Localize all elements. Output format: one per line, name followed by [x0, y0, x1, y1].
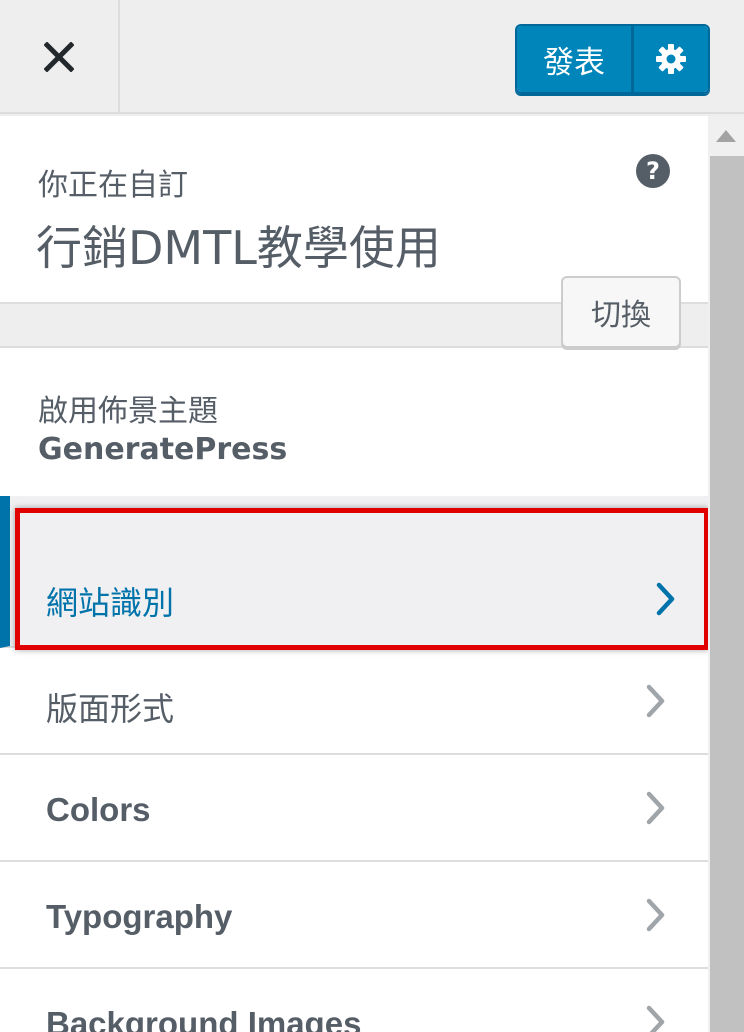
active-theme-label: 啟用佈景主題 [38, 394, 218, 429]
section-typography[interactable]: Typography [0, 862, 708, 969]
gear-icon [656, 44, 686, 74]
close-icon [44, 42, 74, 72]
section-layout[interactable]: 版面形式 [0, 648, 708, 755]
scrollbar[interactable] [708, 116, 744, 1032]
section-label: Typography [46, 898, 233, 935]
chevron-right-icon [656, 582, 675, 616]
publish-settings-button[interactable] [634, 26, 708, 92]
active-theme-name: GeneratePress [38, 432, 288, 467]
customizer-header: 發表 [0, 0, 744, 114]
customizer-panel: 你正在自訂 行銷DMTL教學使用 ? 啟用佈景主題 GeneratePress … [0, 116, 708, 1032]
publish-button-group: 發表 [515, 24, 710, 94]
change-theme-button[interactable]: 切換 [561, 276, 681, 348]
chevron-right-icon [646, 898, 665, 932]
chevron-right-icon [646, 1005, 665, 1032]
close-button[interactable] [0, 0, 120, 114]
scrollbar-thumb[interactable] [710, 156, 744, 1032]
section-colors[interactable]: Colors [0, 755, 708, 862]
site-title: 行銷DMTL教學使用 [36, 221, 441, 275]
active-theme-section: 啟用佈景主題 GeneratePress [0, 346, 708, 496]
chevron-right-icon [646, 791, 665, 825]
section-site-identity[interactable]: 網站識別 [0, 496, 708, 648]
section-label: Colors [46, 791, 151, 828]
section-label: 版面形式 [46, 690, 175, 728]
section-label: Background Images [46, 1005, 362, 1032]
section-list: 網站識別 版面形式 Colors Typography Background I… [0, 496, 708, 1032]
scroll-up-button[interactable] [708, 116, 744, 156]
triangle-up-icon [716, 130, 736, 142]
section-background-images[interactable]: Background Images [0, 969, 708, 1032]
section-label: 網站識別 [46, 584, 175, 622]
info-label: 你正在自訂 [38, 168, 188, 203]
help-icon[interactable]: ? [636, 154, 670, 188]
publish-button[interactable]: 發表 [517, 26, 634, 92]
chevron-right-icon [646, 684, 665, 718]
